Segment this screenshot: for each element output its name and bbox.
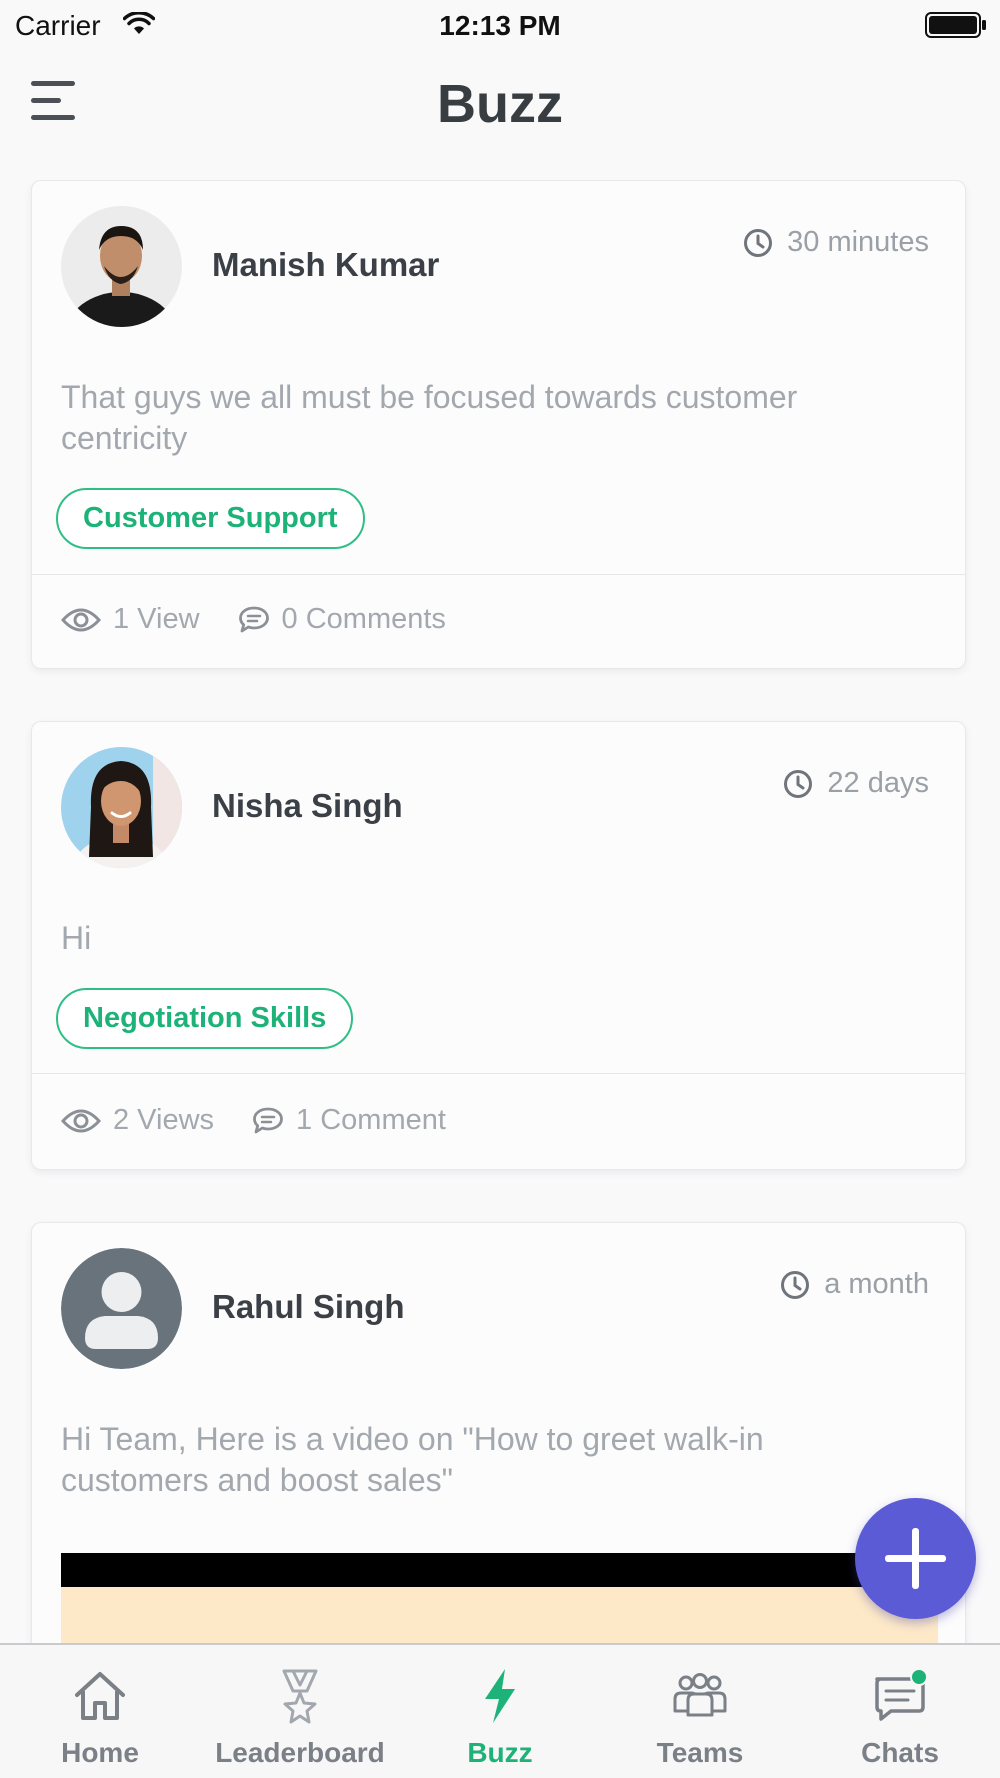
avatar[interactable] <box>61 747 182 868</box>
tab-home[interactable]: Home <box>0 1645 200 1778</box>
status-bar: Carrier 12:13 PM <box>0 0 1000 50</box>
bottom-tab-bar: Home Leaderboard Buzz Teams Chats <box>0 1643 1000 1778</box>
avatar[interactable] <box>61 1248 182 1369</box>
unread-badge <box>910 1668 928 1686</box>
tab-buzz[interactable]: Buzz <box>400 1645 600 1778</box>
lightning-icon <box>485 1669 515 1723</box>
tab-label: Buzz <box>467 1737 533 1768</box>
tab-chats[interactable]: Chats <box>800 1645 1000 1778</box>
post-time: a month <box>780 1268 929 1301</box>
views-stat[interactable]: 2 Views <box>61 1104 214 1137</box>
tab-label: Home <box>61 1737 139 1768</box>
avatar[interactable] <box>61 206 182 327</box>
post-stats: 2 Views 1 Comment <box>61 1104 446 1137</box>
comments-count: 1 Comment <box>296 1104 446 1136</box>
post-time-label: 22 days <box>827 767 929 799</box>
tab-leaderboard[interactable]: Leaderboard <box>200 1645 400 1778</box>
app-header: Buzz <box>0 55 1000 147</box>
user-placeholder-icon <box>61 1248 182 1369</box>
trophy-icon <box>282 1669 318 1724</box>
tab-label: Teams <box>656 1737 744 1768</box>
add-post-button[interactable] <box>855 1498 976 1619</box>
topic-tag[interactable]: Negotiation Skills <box>56 988 354 1049</box>
post-time: 22 days <box>783 767 929 800</box>
chat-icon <box>875 1668 928 1721</box>
post-text: That guys we all must be focused towards… <box>61 379 798 456</box>
tab-teams[interactable]: Teams <box>600 1645 800 1778</box>
divider <box>32 574 965 575</box>
tab-label: Chats <box>861 1737 939 1768</box>
buzz-feed[interactable]: Manish Kumar 30 minutes That guys we all… <box>0 180 1000 1645</box>
clock-icon <box>784 769 813 798</box>
post-time-label: 30 minutes <box>787 226 929 258</box>
clock-icon <box>781 1270 810 1299</box>
post-time-label: a month <box>824 1268 929 1300</box>
comments-count: 0 Comments <box>281 603 446 635</box>
post-text: Hi <box>61 920 92 956</box>
views-stat[interactable]: 1 View <box>61 603 200 636</box>
post-card[interactable]: Rahul Singh a month Hi Team, Here is a v… <box>31 1222 966 1645</box>
comments-stat[interactable]: 0 Comments <box>238 603 446 636</box>
post-time: 30 minutes <box>743 226 929 259</box>
home-icon <box>75 1672 125 1720</box>
eye-icon <box>61 1109 101 1132</box>
comments-stat[interactable]: 1 Comment <box>252 1104 446 1137</box>
post-card[interactable]: Manish Kumar 30 minutes That guys we all… <box>31 180 966 669</box>
team-icon <box>673 1673 727 1717</box>
comment-icon <box>238 606 269 632</box>
post-stats: 1 View 0 Comments <box>61 603 446 636</box>
eye-icon <box>61 608 101 631</box>
comment-icon <box>253 1107 283 1133</box>
tab-label: Leaderboard <box>215 1737 385 1768</box>
page-title: Buzz <box>437 74 563 134</box>
views-count: 2 Views <box>113 1104 215 1136</box>
post-author-name[interactable]: Nisha Singh <box>212 787 403 825</box>
clock-icon <box>744 228 773 257</box>
post-author-name[interactable]: Manish Kumar <box>212 246 439 284</box>
post-card[interactable]: Nisha Singh 22 days Hi Negotiation Skill… <box>31 721 966 1170</box>
divider <box>32 1073 965 1074</box>
post-author-name[interactable]: Rahul Singh <box>212 1288 405 1326</box>
views-count: 1 View <box>113 603 200 635</box>
battery-icon <box>925 12 986 38</box>
post-text: Hi Team, Here is a video on "How to gree… <box>61 1421 764 1498</box>
video-thumbnail[interactable] <box>61 1553 938 1645</box>
status-time: 12:13 PM <box>439 10 561 41</box>
topic-tag[interactable]: Customer Support <box>56 488 365 549</box>
